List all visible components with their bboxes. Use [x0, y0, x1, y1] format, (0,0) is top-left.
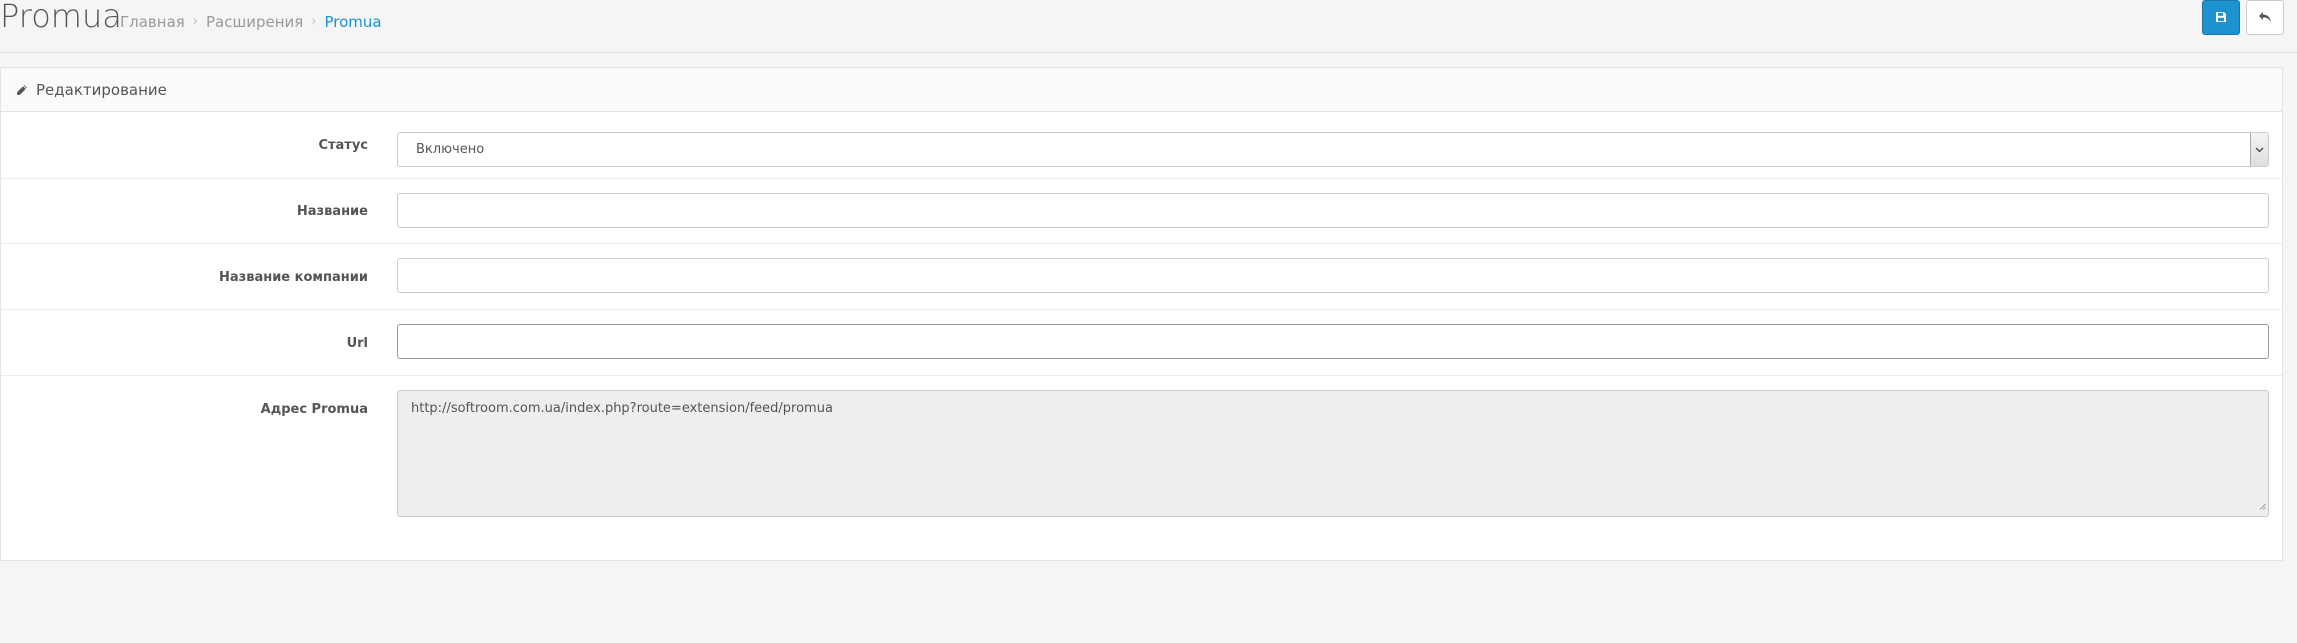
feed-address-row: Адрес Promua http://softroom.com.ua/inde… — [1, 375, 2282, 560]
chevron-down-icon[interactable] — [2250, 133, 2268, 166]
resize-handle-icon[interactable] — [2259, 499, 2266, 514]
breadcrumb-separator: › — [192, 14, 198, 29]
url-label: Url — [346, 336, 368, 351]
feed-address-value: http://softroom.com.ua/index.php?route=e… — [411, 401, 833, 416]
company-row: Название компании — [1, 243, 2282, 310]
name-row: Название — [1, 178, 2282, 244]
name-input[interactable] — [397, 193, 2269, 228]
breadcrumb-current[interactable]: Promua — [325, 12, 382, 32]
feed-address-label: Адрес Promua — [260, 402, 368, 417]
feed-address-textarea[interactable]: http://softroom.com.ua/index.php?route=e… — [397, 390, 2269, 517]
status-row: Статус Включено — [1, 112, 2282, 179]
save-icon — [2215, 8, 2227, 27]
back-button[interactable] — [2246, 0, 2284, 35]
company-input[interactable] — [397, 258, 2269, 293]
panel-heading: Редактирование — [1, 68, 2282, 112]
page-header: Promua Главная › Расширения › Promua — [0, 0, 2297, 53]
url-row: Url — [1, 309, 2282, 376]
name-label: Название — [296, 204, 368, 219]
breadcrumb: Главная › Расширения › Promua — [120, 12, 382, 32]
header-buttons — [2202, 0, 2284, 35]
url-input[interactable] — [397, 324, 2269, 359]
save-button[interactable] — [2202, 0, 2240, 35]
breadcrumb-extensions[interactable]: Расширения — [206, 12, 303, 32]
status-select-value: Включено — [416, 142, 485, 157]
reply-icon — [2258, 8, 2272, 27]
panel-title: Редактирование — [36, 80, 167, 99]
page-title: Promua — [0, 0, 122, 35]
pencil-icon — [16, 84, 28, 96]
edit-panel: Редактирование Статус Включено Название … — [0, 67, 2283, 561]
status-select[interactable]: Включено — [397, 132, 2269, 167]
company-label: Название компании — [219, 270, 368, 285]
breadcrumb-separator: › — [311, 14, 317, 29]
breadcrumb-home[interactable]: Главная — [120, 12, 185, 32]
status-label: Статус — [318, 138, 368, 153]
